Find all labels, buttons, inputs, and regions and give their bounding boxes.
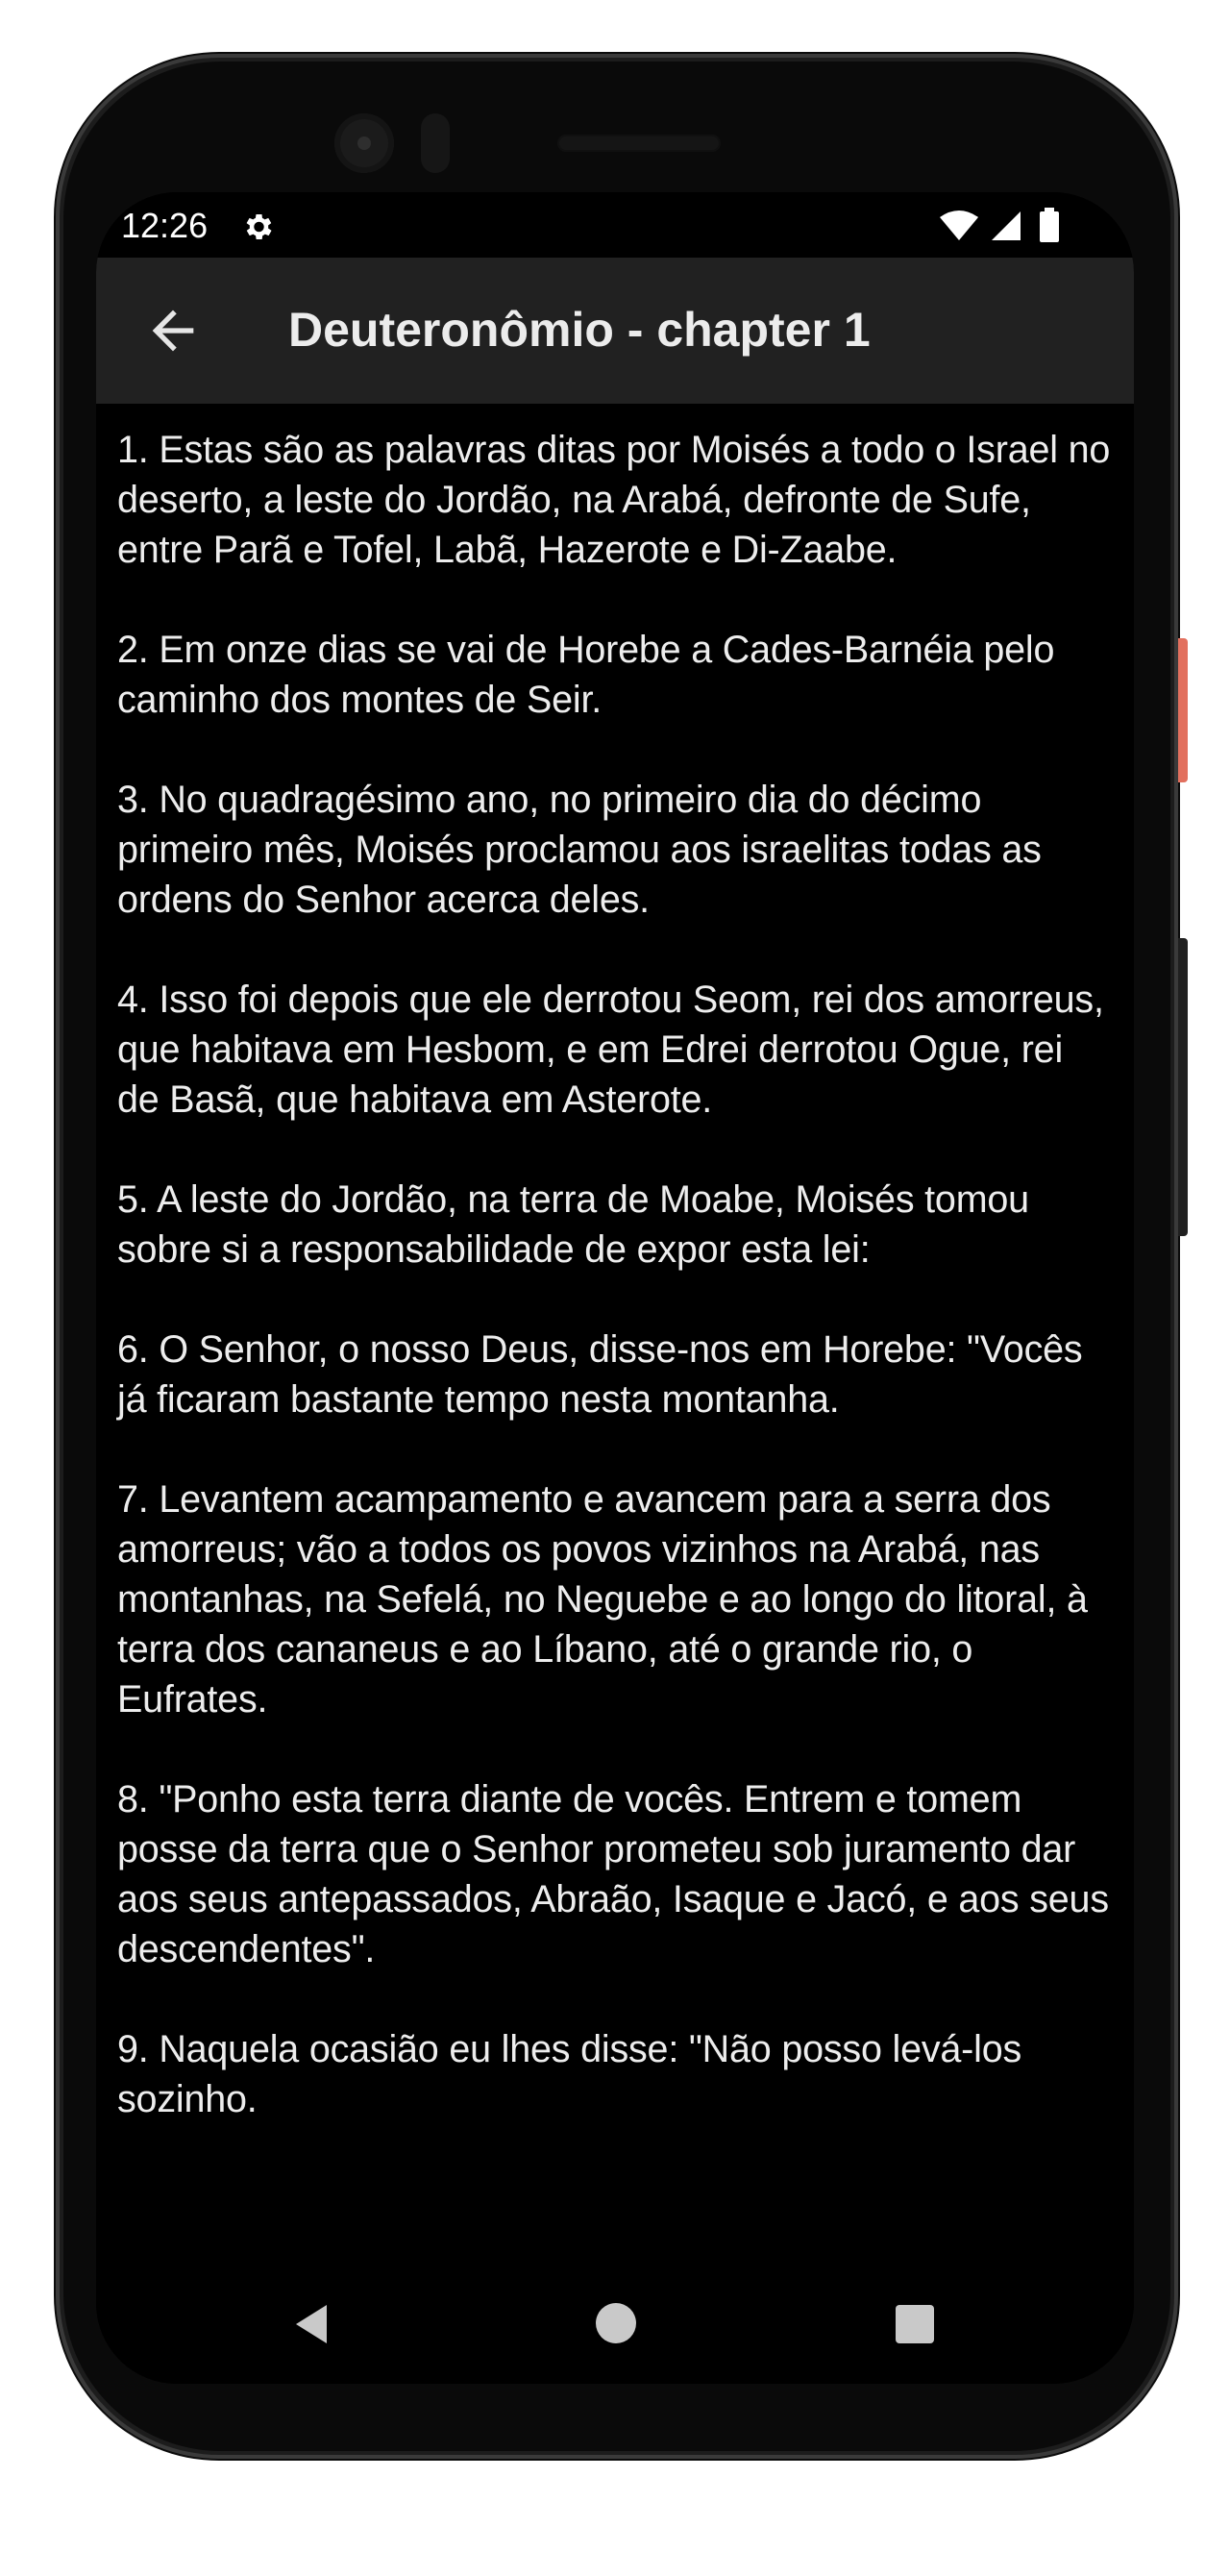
verse-4: 4. Isso foi depois que ele derrotou Seom… xyxy=(117,978,1104,1121)
battery-icon xyxy=(1040,208,1059,242)
nav-recents-icon[interactable] xyxy=(896,2305,934,2343)
navigation-bar xyxy=(96,2278,1134,2384)
verse-8: 8. "Ponho esta terra diante de vocês. En… xyxy=(117,1778,1109,1970)
status-time: 12:26 xyxy=(121,206,209,245)
power-button xyxy=(1178,638,1188,782)
wifi-icon xyxy=(940,211,978,240)
status-icons xyxy=(940,208,1059,242)
earpiece-speaker xyxy=(557,135,721,152)
page-title: Deuteronômio - chapter 1 xyxy=(288,303,871,357)
verse-list: 1. Estas são as palavras ditas por Moisé… xyxy=(96,404,1134,2124)
signal-icon xyxy=(992,211,1021,240)
verse-6: 6. O Senhor, o nosso Deus, disse-nos em … xyxy=(117,1328,1083,1421)
chapter-content[interactable]: 1. Estas são as palavras ditas por Moisé… xyxy=(96,404,1134,2278)
proximity-sensor xyxy=(421,113,450,173)
verse-9: 9. Naquela ocasião eu lhes disse: "Não p… xyxy=(117,2028,1022,2120)
verse-2: 2. Em onze dias se vai de Horebe a Cades… xyxy=(117,629,1055,721)
verse-3: 3. No quadragésimo ano, no primeiro dia … xyxy=(117,779,1042,921)
verse-1: 1. Estas são as palavras ditas por Moisé… xyxy=(117,429,1111,571)
status-bar: 12:26 xyxy=(96,192,1134,258)
verse-7: 7. Levantem acampamento e avancem para a… xyxy=(117,1478,1088,1721)
volume-button xyxy=(1178,938,1188,1236)
front-camera-icon xyxy=(334,113,394,173)
screen: 12:26 Deuteronômio - chapter 1 1. Estas … xyxy=(96,192,1134,2384)
gear-icon xyxy=(246,213,272,240)
nav-home-icon[interactable] xyxy=(596,2303,636,2343)
verse-5: 5. A leste do Jordão, na terra de Moabe,… xyxy=(117,1178,1029,1271)
app-bar: Deuteronômio - chapter 1 xyxy=(96,258,1134,404)
nav-back-icon[interactable] xyxy=(290,2301,336,2347)
arrow-left-icon[interactable] xyxy=(142,300,204,361)
